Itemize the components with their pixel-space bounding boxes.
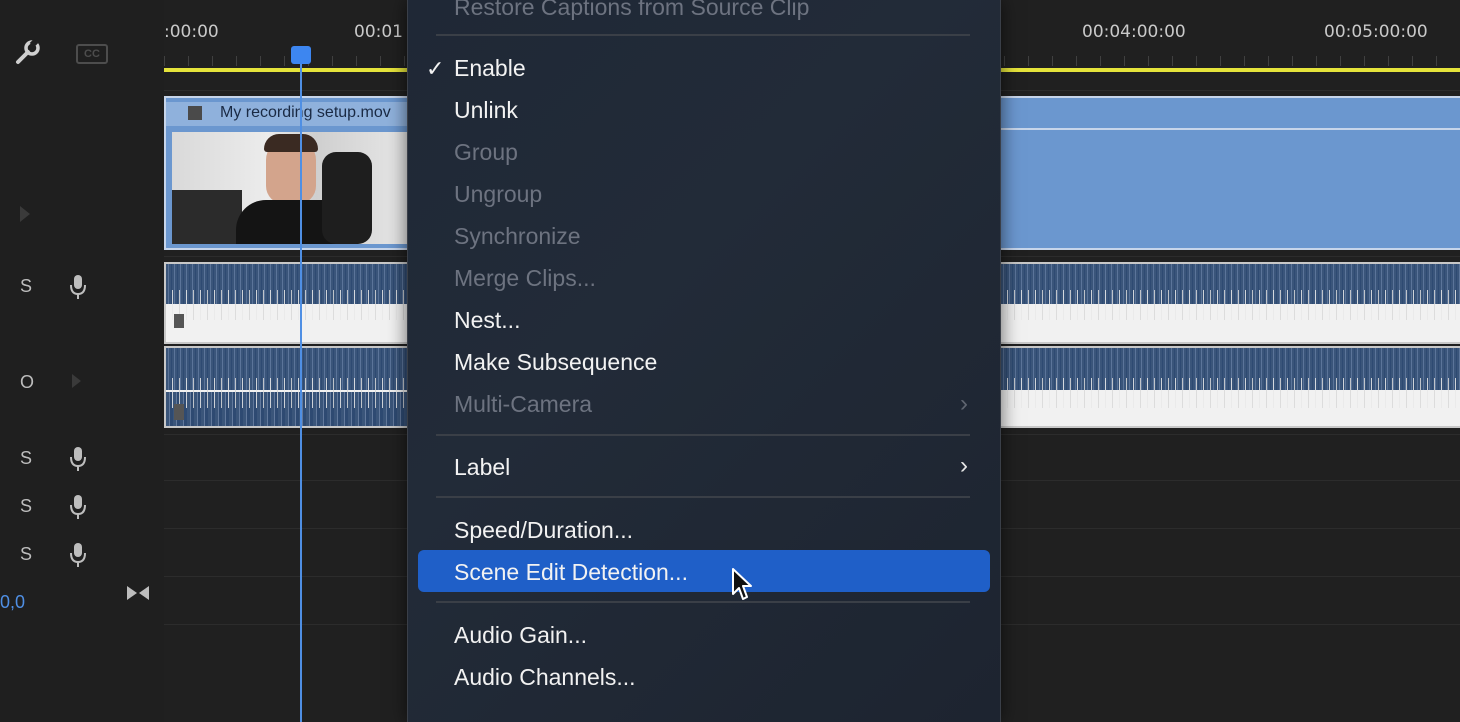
play-triangle-icon[interactable]: [72, 374, 81, 388]
solo-label[interactable]: S: [20, 448, 32, 469]
play-triangle-icon[interactable]: [20, 206, 30, 222]
work-area-bar[interactable]: [999, 68, 1460, 72]
chevron-right-icon: ›: [960, 452, 968, 479]
menu-item-unlink[interactable]: Unlink: [454, 97, 518, 124]
video-clip[interactable]: My recording setup.mov: [164, 96, 416, 250]
timecode-start: :00:00: [164, 22, 219, 42]
menu-item-group[interactable]: Group: [454, 139, 518, 166]
menu-item-speed-duration[interactable]: Speed/Duration...: [454, 517, 633, 544]
solo-label[interactable]: S: [20, 496, 32, 517]
track-header-panel: CC S O S S S 0,0: [0, 0, 165, 722]
audio-fx-icon: [174, 314, 184, 328]
mouse-cursor-icon: [731, 568, 753, 602]
solo-label[interactable]: S: [20, 544, 32, 565]
microphone-icon[interactable]: [68, 494, 88, 520]
menu-item-nest[interactable]: Nest...: [454, 307, 520, 334]
menu-item-audio-gain[interactable]: Audio Gain...: [454, 622, 587, 649]
snap-icon[interactable]: [126, 584, 150, 602]
audio-clip-a2[interactable]: [999, 346, 1460, 428]
audio-clip-a2[interactable]: [164, 346, 414, 428]
checkmark-icon: ✓: [426, 56, 445, 81]
menu-item-audio-channels[interactable]: Audio Channels...: [454, 664, 636, 691]
menu-separator: [436, 434, 970, 436]
context-menu: Restore Captions from Source Clip ✓ Enab…: [407, 0, 1001, 722]
video-clip[interactable]: [999, 96, 1460, 250]
clip-title: My recording setup.mov: [220, 104, 391, 121]
volume-value[interactable]: 0,0: [0, 592, 25, 613]
menu-item-make-subsequence[interactable]: Make Subsequence: [454, 349, 657, 376]
timecode-4: 00:04:00:00: [1082, 22, 1186, 42]
work-area-bar[interactable]: [164, 68, 414, 72]
timecode-1: 00:01: [354, 22, 403, 42]
menu-separator: [436, 34, 970, 36]
menu-item-ungroup[interactable]: Ungroup: [454, 181, 542, 208]
wrench-icon[interactable]: [14, 38, 42, 66]
audio-clip-a1[interactable]: [999, 262, 1460, 344]
solo-label[interactable]: S: [20, 276, 32, 297]
menu-item-scene-edit-detection[interactable]: Scene Edit Detection...: [454, 559, 688, 586]
menu-item-synchronize[interactable]: Synchronize: [454, 223, 581, 250]
menu-item-multi-camera[interactable]: Multi-Camera: [454, 391, 592, 418]
audio-clip-a1[interactable]: [164, 262, 414, 344]
cc-icon[interactable]: CC: [76, 44, 108, 64]
clip-fx-icon: [188, 106, 202, 120]
microphone-icon[interactable]: [68, 542, 88, 568]
menu-separator: [436, 601, 970, 603]
menu-item-label[interactable]: Label: [454, 454, 510, 481]
microphone-icon[interactable]: [68, 274, 88, 300]
clip-thumbnail: [172, 132, 412, 244]
timecode-5: 00:05:00:00: [1324, 22, 1428, 42]
menu-item-merge-clips[interactable]: Merge Clips...: [454, 265, 596, 292]
playhead-line[interactable]: [300, 56, 302, 722]
audio-fx-icon: [174, 404, 184, 420]
menu-separator: [436, 496, 970, 498]
track-o-label[interactable]: O: [20, 372, 34, 393]
microphone-icon[interactable]: [68, 446, 88, 472]
menu-item-restore-captions[interactable]: Restore Captions from Source Clip: [454, 0, 809, 21]
menu-item-enable[interactable]: Enable: [454, 55, 526, 82]
playhead-handle[interactable]: [291, 46, 311, 64]
chevron-right-icon: ›: [960, 390, 968, 417]
